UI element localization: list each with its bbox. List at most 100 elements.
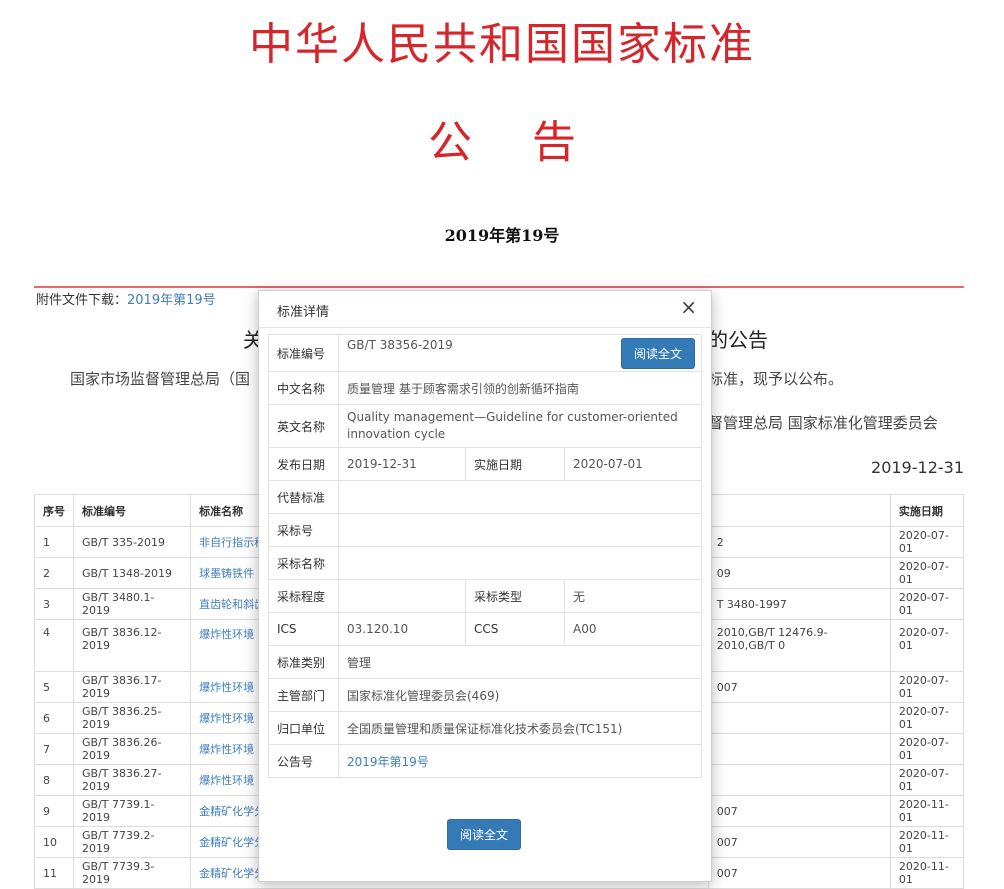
attachment-label: 附件文件下载：: [36, 293, 128, 308]
cell-date: 2020-07-01: [889, 526, 965, 558]
col-code: 标准编号: [73, 494, 192, 527]
replace-value: [338, 480, 702, 514]
row-code: 标准编号 GB/T 38356-2019 阅读全文: [268, 334, 702, 372]
notice-cell: 2019年第19号: [338, 744, 702, 778]
cell-seq: 3: [33, 588, 75, 620]
notice-label: 公告号: [268, 744, 339, 778]
row-ics: ICS 03.120.10 CCS A00: [268, 612, 702, 646]
announcement-subtitle: 公告: [428, 117, 636, 168]
code-cell: GB/T 38356-2019 阅读全文: [338, 334, 702, 372]
col-seq: 序号: [33, 494, 75, 527]
close-icon[interactable]: ×: [680, 297, 697, 317]
row-adopt-name: 采标名称: [268, 546, 702, 580]
cell-replaced: 09: [707, 557, 891, 589]
en-name-cell: Quality management—Guideline for custome…: [338, 404, 702, 448]
cell-code: GB/T 335-2019: [73, 526, 192, 558]
read-full-button-bottom[interactable]: 阅读全文: [447, 819, 522, 850]
cell-replaced: 007: [707, 857, 891, 889]
cn-name-value: 质量管理 基于顾客需求引领的创新循环指南: [338, 371, 702, 405]
adopt-name-value: [338, 546, 702, 580]
row-adopt-no: 采标号: [268, 513, 702, 547]
cell-code: GB/T 1348-2019: [73, 557, 192, 589]
ics-value: 03.120.10: [338, 612, 466, 646]
notice-link[interactable]: 2019年第19号: [347, 755, 429, 769]
cell-replaced: 2010,GB/T 12476.9-2010,GB/T 0: [707, 619, 891, 672]
adopt-name-label: 采标名称: [268, 546, 339, 580]
row-dates: 发布日期 2019-12-31 实施日期 2020-07-01: [268, 447, 702, 481]
attachment-row: 附件文件下载：2019年第19号: [36, 289, 216, 308]
cell-replaced: [707, 733, 891, 765]
cell-seq: 11: [33, 857, 75, 889]
adopt-no-value: [338, 513, 702, 547]
cell-seq: 6: [33, 702, 75, 734]
cell-seq: 1: [33, 526, 75, 558]
cell-seq: 7: [33, 733, 75, 765]
cell-date: 2020-07-01: [889, 702, 965, 734]
cell-replaced: T 3480-1997: [707, 588, 891, 620]
cell-code: GB/T 3836.27-2019: [73, 764, 192, 796]
announcement-title: 中华人民共和国国家标准: [249, 19, 755, 70]
row-notice: 公告号 2019年第19号: [268, 744, 702, 778]
modal-header: 标准详情 ×: [259, 291, 711, 328]
cell-code: GB/T 3836.17-2019: [73, 671, 192, 703]
adopt-no-label: 采标号: [268, 513, 339, 547]
standard-detail-modal: 标准详情 × 标准编号 GB/T 38356-2019 阅读全文 中文名称 质量…: [258, 290, 712, 882]
publish-label: 发布日期: [268, 447, 339, 481]
category-value: 管理: [338, 645, 702, 679]
announcement-number: 2019年第19号: [444, 226, 560, 245]
adopt-degree-value: [338, 579, 466, 613]
ccs-value: A00: [564, 612, 702, 646]
cell-code: GB/T 7739.2-2019: [73, 826, 192, 858]
cell-date: 2020-11-01: [889, 795, 965, 827]
attachment-link[interactable]: 2019年第19号: [127, 293, 216, 308]
code-label: 标准编号: [268, 334, 339, 372]
unit-label: 归口单位: [268, 711, 339, 745]
cell-replaced: 007: [707, 671, 891, 703]
adopt-type-value: 无: [564, 579, 702, 613]
replace-label: 代替标准: [268, 480, 339, 514]
en-name-label: 英文名称: [268, 404, 339, 448]
row-category: 标准类别 管理: [268, 645, 702, 679]
cn-name-label: 中文名称: [268, 371, 339, 405]
cell-replaced: [707, 702, 891, 734]
cell-replaced: 007: [707, 795, 891, 827]
publish-value: 2019-12-31: [338, 447, 466, 481]
cell-date: 2020-07-01: [889, 671, 965, 703]
row-unit: 归口单位 全国质量管理和质量保证标准化技术委员会(TC151): [268, 711, 702, 745]
notice-heading-end: 的公告: [708, 328, 768, 352]
cell-seq: 4: [33, 619, 75, 672]
cell-replaced: [707, 764, 891, 796]
cell-seq: 8: [33, 764, 75, 796]
cell-date: 2020-07-01: [889, 619, 965, 672]
cell-code: GB/T 3836.26-2019: [73, 733, 192, 765]
cell-code: GB/T 7739.1-2019: [73, 795, 192, 827]
notice-date: 2019-12-31: [871, 458, 964, 477]
notice-body-start: 国家市场监督管理总局（国: [70, 370, 251, 388]
adopt-type-label: 采标类型: [465, 579, 565, 613]
cell-date: 2020-07-01: [889, 764, 965, 796]
cell-date: 2020-07-01: [889, 557, 965, 589]
cell-date: 2020-11-01: [889, 857, 965, 889]
cell-date: 2020-07-01: [889, 733, 965, 765]
cell-replaced: 007: [707, 826, 891, 858]
detail-table: 标准编号 GB/T 38356-2019 阅读全文 中文名称 质量管理 基于顾客…: [268, 334, 702, 778]
row-adopt-degree: 采标程度 采标类型 无: [268, 579, 702, 613]
cell-code: GB/T 3480.1-2019: [73, 588, 192, 620]
row-replace: 代替标准: [268, 480, 702, 514]
category-label: 标准类别: [268, 645, 339, 679]
cell-seq: 5: [33, 671, 75, 703]
modal-title: 标准详情: [277, 305, 330, 320]
dept-label: 主管部门: [268, 678, 339, 712]
ccs-label: CCS: [465, 612, 565, 646]
read-full-button-top[interactable]: 阅读全文: [620, 337, 695, 369]
impl-label: 实施日期: [465, 447, 565, 481]
dept-value: 国家标准化管理委员会(469): [338, 678, 702, 712]
cell-replaced: 2: [707, 526, 891, 558]
col-replaced: [707, 494, 891, 527]
cell-seq: 2: [33, 557, 75, 589]
cell-seq: 9: [33, 795, 75, 827]
cell-code: GB/T 3836.12-2019: [73, 619, 192, 672]
adopt-degree-label: 采标程度: [268, 579, 339, 613]
red-divider: [34, 286, 964, 288]
unit-value: 全国质量管理和质量保证标准化技术委员会(TC151): [338, 711, 702, 745]
